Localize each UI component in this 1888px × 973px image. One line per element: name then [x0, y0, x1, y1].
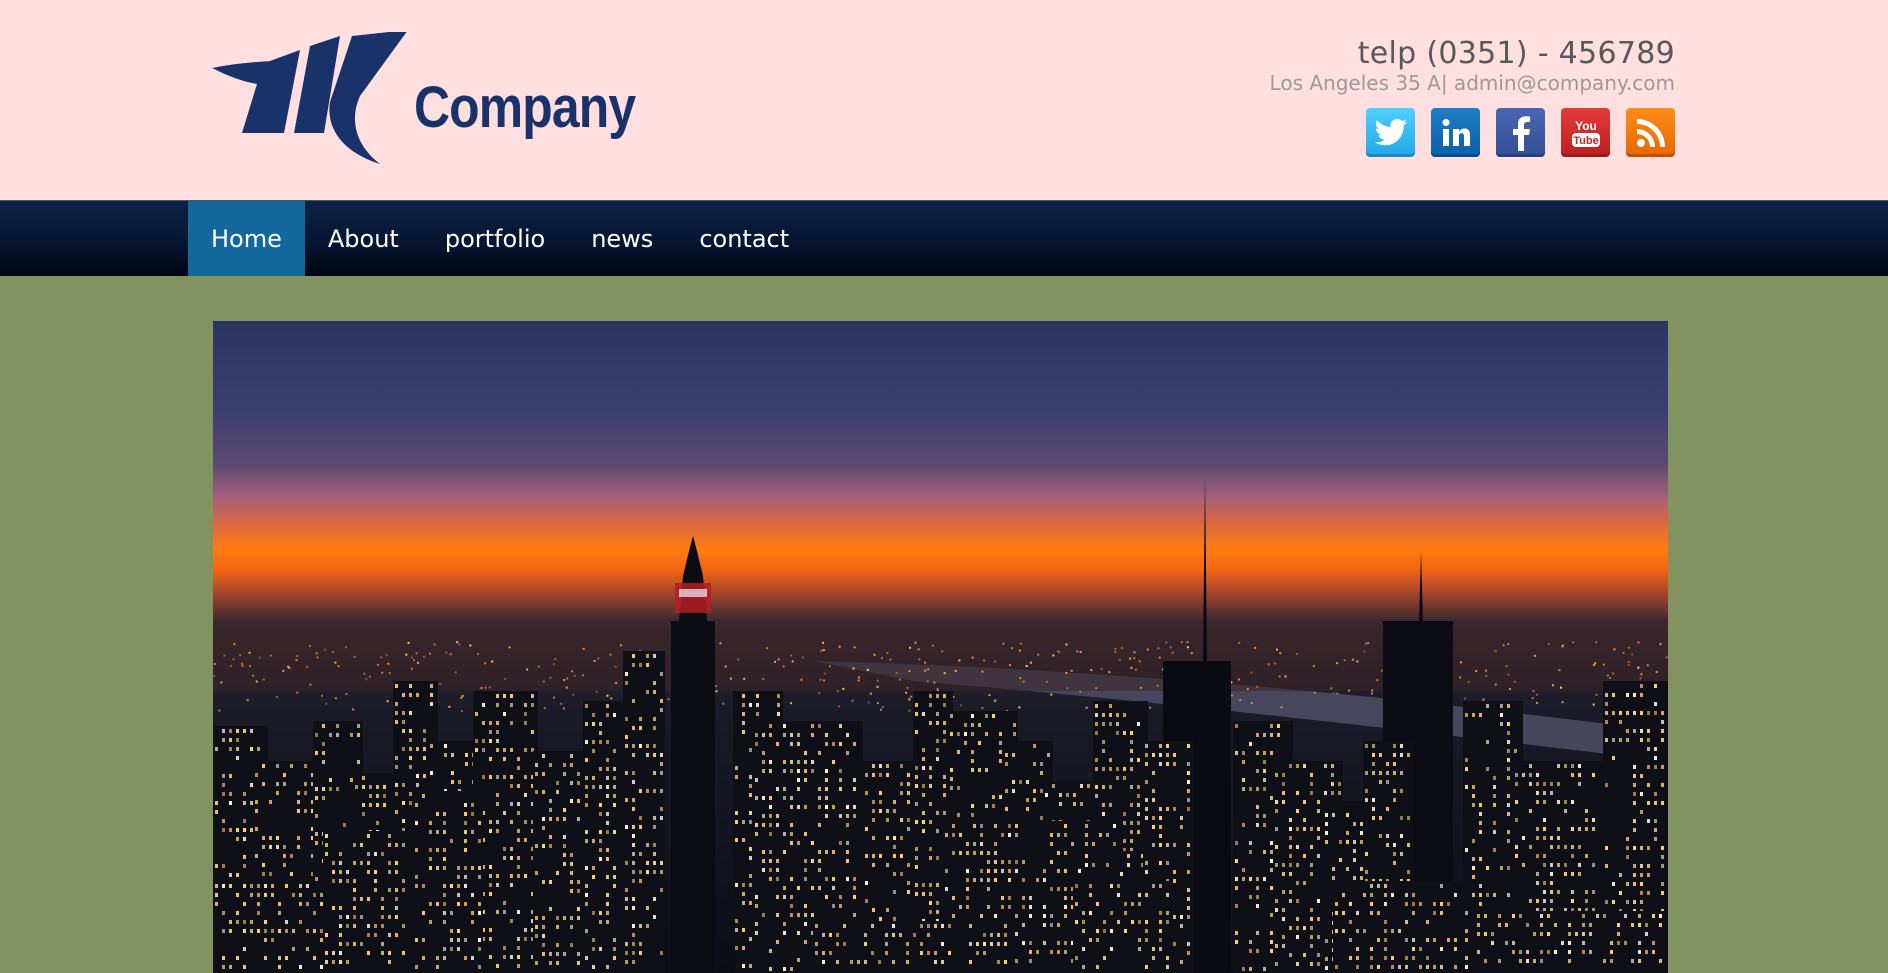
address-email: Los Angeles 35 A| admin@company.com	[1269, 71, 1675, 95]
main-nav: Home About portfolio news contact	[0, 200, 1888, 276]
site-header: Company telp (0351) - 456789 Los Angeles…	[0, 0, 1888, 200]
company-logo[interactable]: Company	[212, 32, 652, 168]
social-links: You Tube	[1366, 108, 1675, 157]
nav-item-news[interactable]: news	[568, 201, 676, 276]
linkedin-icon	[1442, 118, 1470, 146]
youtube-button[interactable]: You Tube	[1561, 108, 1610, 157]
nav-item-contact[interactable]: contact	[676, 201, 812, 276]
nav-item-portfolio[interactable]: portfolio	[422, 201, 568, 276]
contact-info: telp (0351) - 456789 Los Angeles 35 A| a…	[1270, 36, 1675, 94]
nav-menu: Home About portfolio news contact	[188, 201, 812, 276]
linkedin-button[interactable]	[1431, 108, 1480, 157]
rss-icon	[1636, 118, 1665, 147]
facebook-icon	[1512, 115, 1530, 151]
company-name: Company	[414, 75, 636, 140]
rss-button[interactable]	[1626, 108, 1675, 157]
hero-image	[213, 321, 1668, 973]
city-skyline-image	[213, 476, 1668, 973]
nav-item-home[interactable]: Home	[188, 201, 305, 276]
facebook-button[interactable]	[1496, 108, 1545, 157]
youtube-label-bottom: Tube	[1573, 135, 1598, 147]
youtube-label-top: You	[1575, 119, 1597, 133]
twitter-button[interactable]	[1366, 108, 1415, 157]
youtube-icon: You Tube	[1571, 119, 1600, 147]
phone-number: telp (0351) - 456789	[1357, 36, 1675, 71]
nav-item-about[interactable]: About	[305, 201, 422, 276]
twitter-icon	[1374, 118, 1407, 145]
